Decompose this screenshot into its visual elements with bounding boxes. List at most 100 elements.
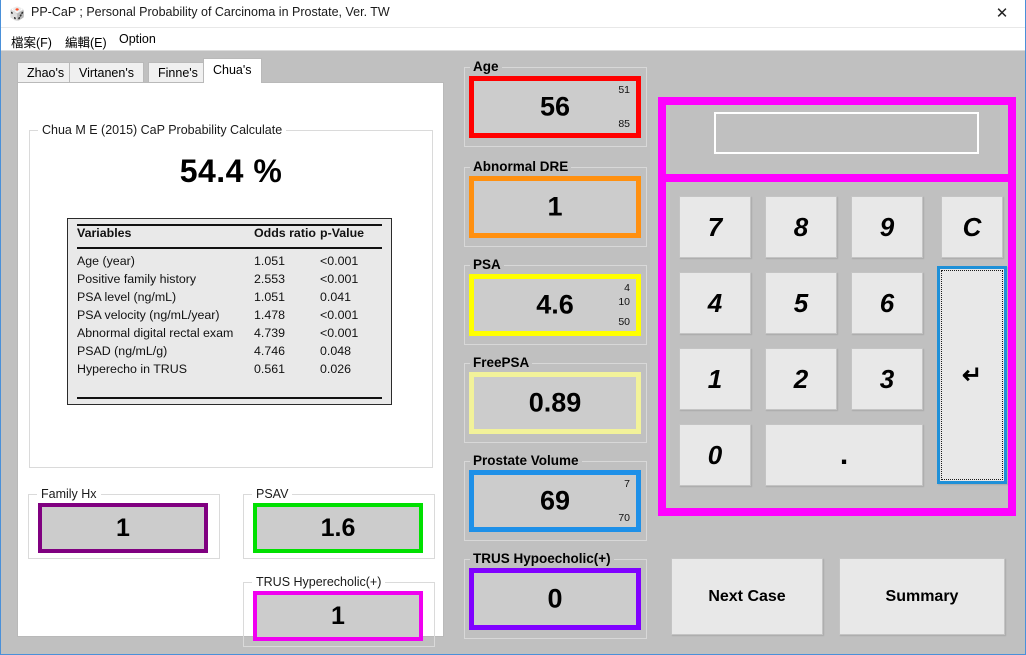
- table-cell: <0.001: [320, 271, 359, 286]
- menu-item-file[interactable]: 檔案(F): [7, 31, 56, 52]
- col-p-value: p-Value: [320, 226, 365, 240]
- tab-panel: Zhao's Virtanen's Finne's Chua's Chua M …: [17, 58, 444, 647]
- prostate-volume-field[interactable]: 7 69 70: [469, 470, 641, 532]
- key-8[interactable]: 8: [765, 196, 837, 258]
- age-value: 56: [539, 91, 571, 122]
- family-hx-label: Family Hx: [37, 487, 101, 501]
- psa-label: PSA: [470, 257, 504, 272]
- free-psa-field[interactable]: 0.89: [469, 372, 641, 434]
- table-cell: 4.739: [254, 325, 286, 340]
- table-bottom-rule: [77, 397, 382, 399]
- table-row: PSAD (ng/mL/g) 4.746 0.048: [77, 343, 382, 361]
- close-icon[interactable]: ✕: [979, 0, 1025, 28]
- psa-value: 4.6: [536, 289, 574, 320]
- key-7[interactable]: 7: [679, 196, 751, 258]
- enter-icon: ↵: [961, 361, 983, 389]
- key-clear[interactable]: C: [941, 196, 1003, 258]
- table-top-rule: [77, 224, 382, 226]
- table-cell: 4.746: [254, 343, 286, 358]
- menu-item-edit[interactable]: 編輯(E): [61, 31, 111, 52]
- trus-hypoecholic-group: TRUS Hypoecholic(+) 0: [464, 551, 647, 639]
- table-cell: Positive family history: [77, 271, 197, 286]
- table-cell: 0.561: [254, 361, 286, 376]
- prostate-volume-label: Prostate Volume: [470, 453, 582, 468]
- tab-zhao[interactable]: Zhao's: [17, 62, 75, 83]
- key-6[interactable]: 6: [851, 272, 923, 334]
- psav-label: PSAV: [252, 487, 293, 501]
- table-cell: 1.051: [254, 289, 286, 304]
- chua-group-title: Chua M E (2015) CaP Probability Calculat…: [38, 123, 287, 137]
- key-9[interactable]: 9: [851, 196, 923, 258]
- age-range-bottom: 85: [618, 118, 630, 130]
- free-psa-label: FreePSA: [470, 355, 533, 370]
- keypad-display-input[interactable]: [714, 112, 979, 154]
- free-psa-value: 0.89: [528, 387, 582, 418]
- trus-hypoecholic-label: TRUS Hypoecholic(+): [470, 551, 614, 566]
- table-cell: <0.001: [320, 307, 359, 322]
- table-body: Age (year) 1.051 <0.001 Positive family his…: [77, 248, 382, 379]
- summary-button[interactable]: Summary: [839, 558, 1005, 635]
- trus-hypoecholic-field[interactable]: 0: [469, 568, 641, 630]
- psav-field[interactable]: 1.6: [253, 503, 423, 553]
- tab-finne[interactable]: Finne's: [148, 62, 208, 83]
- table-row: Abnormal digital rectal exam 4.739 <0.001: [77, 325, 382, 343]
- table-cell: PSAD (ng/mL/g): [77, 343, 168, 358]
- table-cell: 0.026: [320, 361, 352, 376]
- key-4[interactable]: 4: [679, 272, 751, 334]
- abnormal-dre-label: Abnormal DRE: [470, 159, 572, 174]
- trus-hypoecholic-value: 0: [547, 583, 563, 614]
- abnormal-dre-field[interactable]: 1: [469, 176, 641, 238]
- family-hx-value: 1: [116, 513, 130, 542]
- table-cell: PSA velocity (ng/mL/year): [77, 307, 220, 322]
- key-decimal[interactable]: .: [765, 424, 923, 486]
- psa-range-bottom: 50: [618, 316, 630, 328]
- age-group: Age 51 56 85: [464, 59, 647, 147]
- prostate-volume-range-bottom: 70: [618, 512, 630, 524]
- table-row: PSA velocity (ng/mL/year) 1.478 <0.001: [77, 307, 382, 325]
- key-1[interactable]: 1: [679, 348, 751, 410]
- table-cell: <0.001: [320, 325, 359, 340]
- table-row: Hyperecho in TRUS 0.561 0.026: [77, 361, 382, 379]
- col-odds-ratio: Odds ratio: [254, 226, 316, 240]
- tab-virtanen[interactable]: Virtanen's: [69, 62, 144, 83]
- col-variables: Variables: [77, 226, 132, 240]
- table-cell: 1.051: [254, 253, 286, 268]
- menu-item-option[interactable]: Option: [115, 31, 160, 47]
- prostate-volume-group: Prostate Volume 7 69 70: [464, 453, 647, 541]
- table-cell: PSA level (ng/mL): [77, 289, 177, 304]
- tab-page-chua: Chua M E (2015) CaP Probability Calculat…: [17, 82, 444, 647]
- table-header-row: Variables Odds ratio p-Value: [77, 225, 382, 248]
- tab-chua[interactable]: Chua's: [203, 58, 262, 83]
- table-cell: 2.553: [254, 271, 286, 286]
- table-cell: Age (year): [77, 253, 135, 268]
- key-2[interactable]: 2: [765, 348, 837, 410]
- table-row: PSA level (ng/mL) 1.051 0.041: [77, 289, 382, 307]
- table-row: Positive family history 2.553 <0.001: [77, 271, 382, 289]
- trus-hyperecholic-group: TRUS Hyperecholic(+) 1: [243, 575, 435, 647]
- key-3[interactable]: 3: [851, 348, 923, 410]
- age-field[interactable]: 51 56 85: [469, 76, 641, 138]
- table: Variables Odds ratio p-Value Age (year) 1…: [77, 225, 382, 379]
- trus-hyperecholic-label: TRUS Hyperecholic(+): [252, 575, 386, 589]
- trus-hyperecholic-value: 1: [331, 601, 345, 630]
- trus-hyperecholic-field[interactable]: 1: [253, 591, 423, 641]
- chua-group-box: Chua M E (2015) CaP Probability Calculat…: [29, 123, 433, 468]
- psav-group: PSAV 1.6: [243, 487, 435, 559]
- key-5[interactable]: 5: [765, 272, 837, 334]
- table-row: Age (year) 1.051 <0.001: [77, 248, 382, 271]
- probability-value: 54.4 %: [179, 153, 283, 189]
- table-cell: 0.041: [320, 289, 352, 304]
- psa-group: PSA 4 10 4.6 50: [464, 257, 647, 345]
- key-enter[interactable]: ↵: [937, 266, 1007, 484]
- key-0[interactable]: 0: [679, 424, 751, 486]
- app-icon: 🎲: [9, 6, 26, 21]
- psa-field[interactable]: 4 10 4.6 50: [469, 274, 641, 336]
- next-case-button[interactable]: Next Case: [671, 558, 823, 635]
- window-title: PP-CaP ; Personal Probability of Carcino…: [31, 5, 390, 19]
- keypad-display-frame: [658, 97, 1016, 182]
- family-hx-field[interactable]: 1: [38, 503, 208, 553]
- table-cell: Abnormal digital rectal exam: [77, 325, 234, 340]
- psav-value: 1.6: [320, 513, 356, 542]
- age-label: Age: [470, 59, 502, 74]
- free-psa-group: FreePSA 0.89: [464, 355, 647, 443]
